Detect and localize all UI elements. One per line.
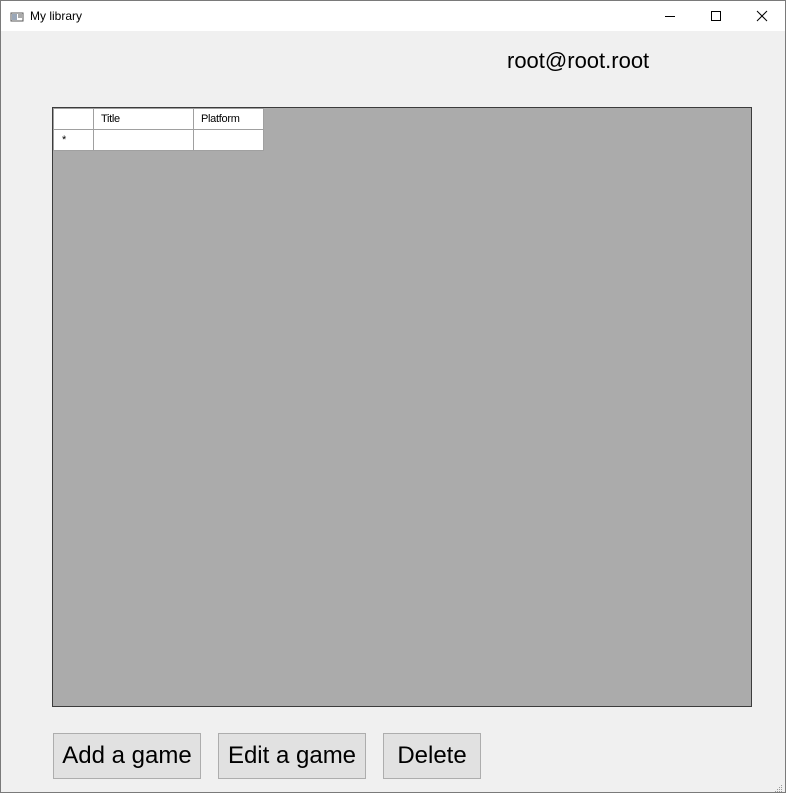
resize-grip-icon[interactable] [773,780,783,792]
games-grid[interactable]: Title Platform * [52,107,752,707]
app-icon [10,10,24,22]
column-header-title[interactable]: Title [93,108,194,130]
new-row: * [53,129,264,151]
new-row-marker: * [62,134,66,146]
maximize-button[interactable] [693,1,739,31]
table-header-row: Title Platform [53,108,264,130]
window-title: My library [30,9,83,23]
games-table: Title Platform * [53,108,264,151]
user-email-label: root@root.root [507,48,650,73]
minimize-icon [665,16,675,17]
column-header-platform-label: Platform [201,113,240,125]
new-row-platform-cell[interactable] [193,129,264,151]
new-row-title-cell[interactable] [93,129,194,151]
column-header-platform[interactable]: Platform [193,108,264,130]
close-icon [756,10,768,22]
minimize-button[interactable] [647,1,693,31]
close-button[interactable] [739,1,785,31]
edit-game-button[interactable]: Edit a game [218,733,366,779]
main-window: My library root@root.root Title Platform… [0,0,786,793]
row-header-corner[interactable] [53,108,94,130]
column-header-title-label: Title [101,113,120,125]
add-game-button[interactable]: Add a game [53,733,201,779]
new-row-header[interactable]: * [53,129,94,151]
delete-button[interactable]: Delete [383,733,481,779]
title-bar[interactable]: My library [1,1,785,31]
maximize-icon [711,11,721,21]
